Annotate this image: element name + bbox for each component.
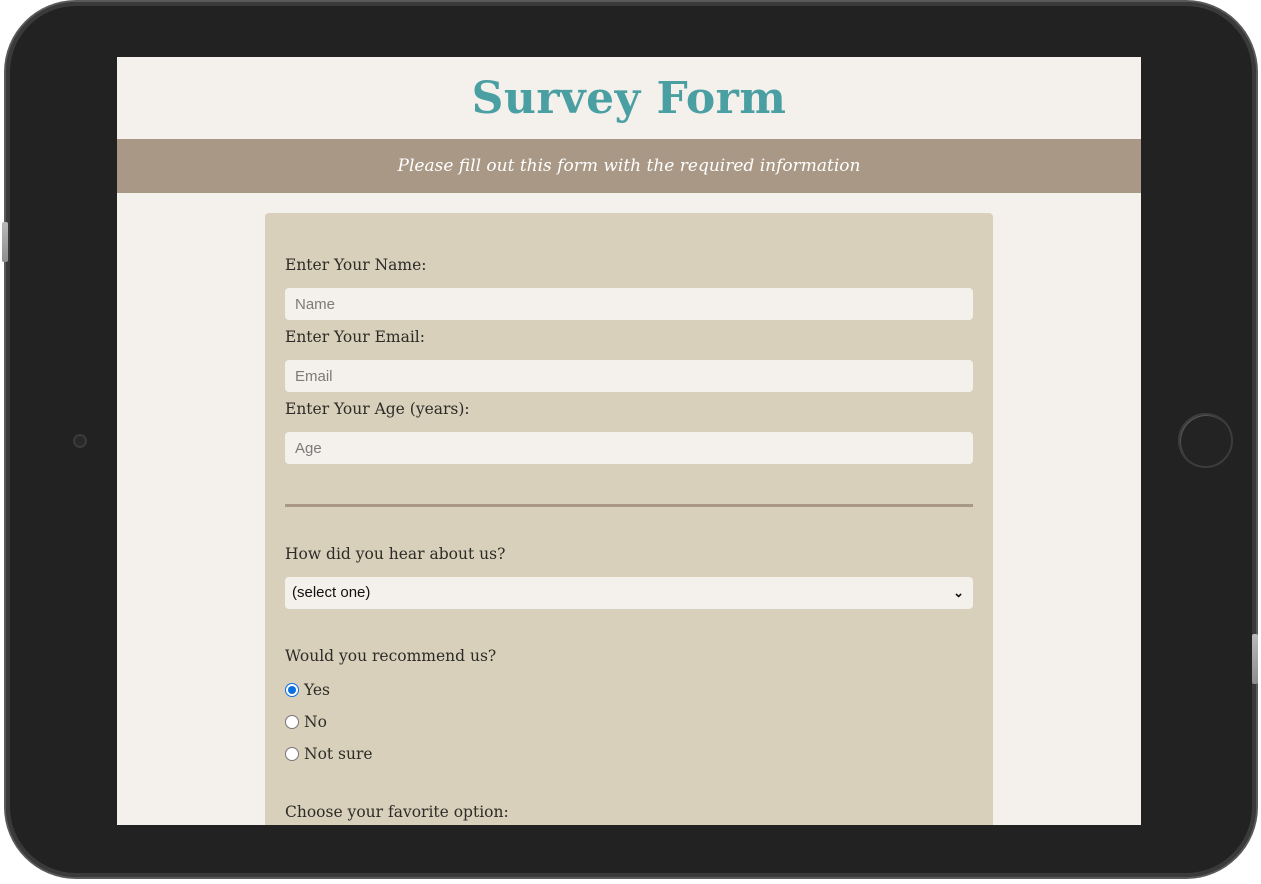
chevron-down-icon: ⌄ (953, 585, 964, 600)
age-input[interactable] (285, 432, 973, 464)
name-label: Enter Your Name: (285, 256, 427, 274)
section-divider (285, 504, 973, 507)
name-input[interactable] (285, 288, 973, 320)
radio-button-checked[interactable] (285, 683, 299, 697)
recommend-option-no[interactable]: No (285, 711, 327, 733)
recommend-option-label: No (304, 713, 327, 731)
recommend-option-not-sure[interactable]: Not sure (285, 743, 373, 765)
survey-form: Enter Your Name: Enter Your Email: Enter… (265, 213, 993, 825)
age-label: Enter Your Age (years): (285, 400, 470, 418)
form-description: Please fill out this form with the requi… (117, 139, 1141, 193)
recommend-option-label: Yes (304, 681, 331, 699)
home-button-icon[interactable] (1178, 413, 1233, 468)
recommend-option-yes[interactable]: Yes (285, 679, 330, 701)
referral-select[interactable]: (select one) ⌄ (285, 577, 973, 609)
favorite-label: Choose your favorite option: (285, 803, 509, 821)
email-label: Enter Your Email: (285, 328, 425, 346)
volume-button (2, 222, 8, 262)
power-button (1252, 634, 1258, 684)
referral-label: How did you hear about us? (285, 545, 506, 563)
radio-button[interactable] (285, 715, 299, 729)
camera-icon (73, 434, 87, 448)
recommend-option-label: Not sure (304, 745, 373, 763)
recommend-label: Would you recommend us? (285, 647, 497, 665)
browser-viewport: Survey Form Please fill out this form wi… (117, 57, 1141, 825)
email-input[interactable] (285, 360, 973, 392)
referral-selected-value: (select one) (292, 584, 371, 601)
radio-button[interactable] (285, 747, 299, 761)
page-title: Survey Form (471, 73, 787, 124)
